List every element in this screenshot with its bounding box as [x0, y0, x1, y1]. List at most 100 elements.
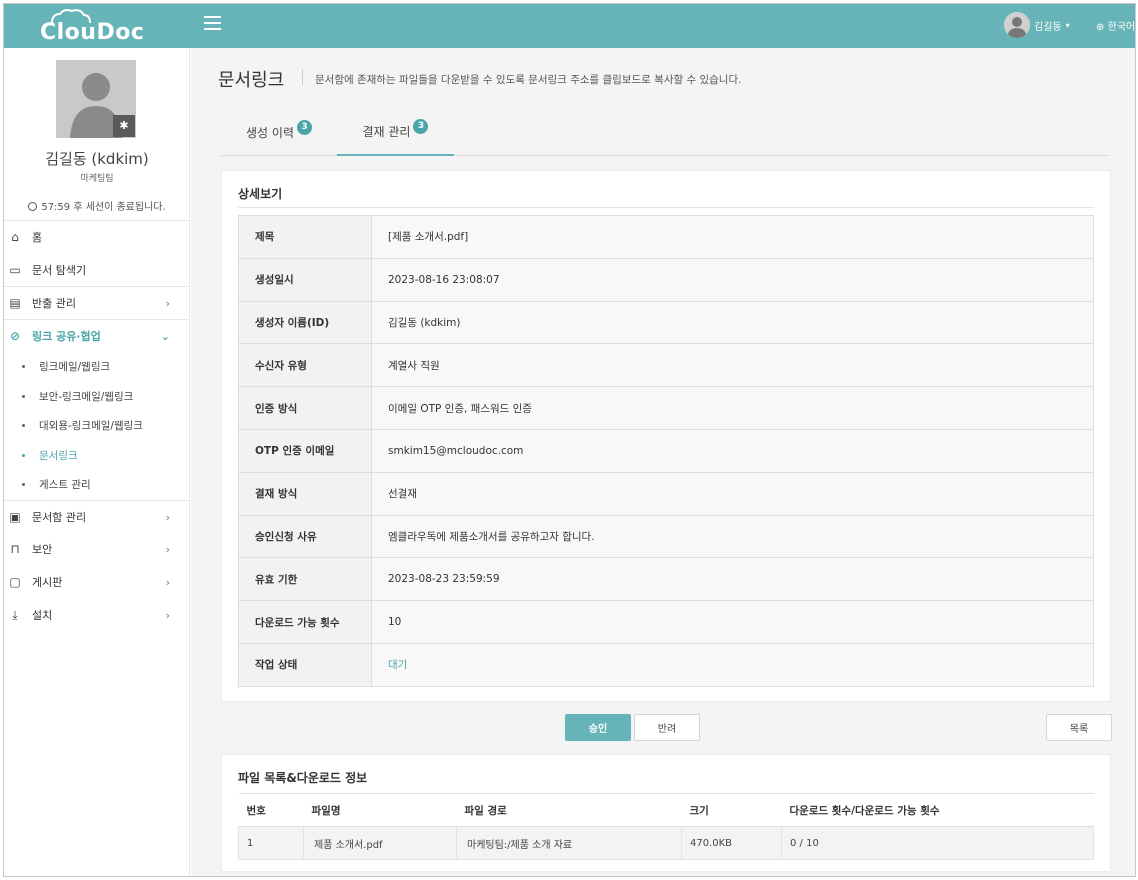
sidebar-item-explorer[interactable]: ▭ 문서 탐색기	[4, 253, 190, 286]
count-badge: 3	[413, 118, 429, 134]
tab-creation-history[interactable]: 생성 이력 3	[221, 108, 337, 156]
sidebar-subitem-label: 대외용-링크메일/웹링크	[39, 420, 143, 433]
sidebar-item-label: 설치	[32, 609, 53, 622]
column-header: 파일 경로	[456, 793, 682, 827]
sidebar-subitem-guest[interactable]: 게스트 관리	[4, 470, 190, 500]
detail-row: OTP 인증 이메일 smkim15@mcloudoc.com	[238, 428, 1094, 473]
detail-row: 다운로드 가능 횟수 10	[238, 600, 1094, 644]
main-content: 문서링크 문서함에 존재하는 파일들을 다운받을 수 있도록 문서링크 주소를 …	[191, 48, 1135, 876]
detail-row: 생성자 이름(ID) 김길동 (kdkim)	[238, 300, 1094, 345]
chevron-right-icon: ›	[165, 510, 170, 524]
language-label: 한국어	[1107, 22, 1136, 33]
detail-value: smkim15@mcloudoc.com	[371, 428, 1094, 473]
sidebar-item-link-share[interactable]: ⊘ 링크 공유·협업 ⌄	[4, 319, 190, 352]
detail-value: 이메일 OTP 인증, 패스워드 인증	[371, 386, 1094, 430]
detail-row: 인증 방식 이메일 OTP 인증, 패스워드 인증	[238, 386, 1094, 430]
app-window: ClouDoc 김길동 ▾ ⊕ 한국어 ✱ 김길동 (kdkim) 마케팅팀 5…	[3, 3, 1136, 877]
sidebar-subitem-doclink[interactable]: 문서링크	[4, 441, 190, 471]
detail-value: 2023-08-23 23:59:59	[371, 557, 1094, 602]
chevron-right-icon: ›	[165, 542, 170, 556]
sidebar-item-install[interactable]: ⤓ 설치 ›	[4, 599, 190, 632]
sidebar-subitem-label: 보안-링크메일/웹링크	[39, 390, 134, 403]
file-list-panel: 파일 목록&다운로드 정보 번호 파일명 파일 경로 크기 다운로드 횟수/다운…	[221, 754, 1111, 872]
sidebar-item-docbox[interactable]: ▣ 문서함 관리 ›	[4, 499, 190, 533]
table-row[interactable]: 1 제품 소개서.pdf 마케팅팀:/제품 소개 자료 470.0KB 0 / …	[238, 826, 1094, 860]
detail-label: 유효 기한	[238, 557, 372, 602]
sidebar-item-security[interactable]: ⊓ 보안 ›	[4, 533, 190, 566]
detail-value: 김길동 (kdkim)	[371, 300, 1094, 345]
board-icon: ▢	[9, 575, 21, 589]
sidebar-item-label: 게시판	[32, 576, 63, 589]
table-cell: 마케팅팀:/제품 소개 자료	[456, 826, 682, 860]
sidebar: ✱ 김길동 (kdkim) 마케팅팀 57:59 후 세션이 종료됩니다. ⌂ …	[4, 48, 190, 876]
profile-team: 마케팅팀	[80, 174, 114, 184]
detail-panel: 상세보기 제목 [제품 소개서.pdf] 생성일시 2023-08-16 23:08…	[221, 170, 1111, 702]
sidebar-subitem-label: 링크메일/웹링크	[39, 361, 111, 374]
globe-icon: ⊕	[1096, 22, 1105, 33]
profile-name: 김길동 (kdkim)	[45, 150, 149, 168]
detail-value: 계열사 직원	[371, 343, 1094, 388]
sidebar-subitem-label: 문서링크	[39, 449, 78, 462]
sidebar-item-export[interactable]: ▤ 반출 관리 ›	[4, 286, 190, 319]
sidebar-item-board[interactable]: ▢ 게시판 ›	[4, 566, 190, 599]
detail-label: 생성일시	[238, 257, 372, 302]
sidebar-subitem-external-linkmail[interactable]: 대외용-링크메일/웹링크	[4, 411, 190, 441]
list-button[interactable]: 목록	[1046, 714, 1112, 741]
language-selector[interactable]: ⊕ 한국어	[1096, 18, 1135, 33]
gear-icon[interactable]: ✱	[113, 115, 135, 137]
session-timer: 57:59 후 세션이 종료됩니다.	[4, 198, 190, 213]
chevron-down-icon: ▾	[1065, 20, 1070, 30]
detail-value: 10	[371, 600, 1094, 644]
file-table: 번호 파일명 파일 경로 크기 다운로드 횟수/다운로드 가능 횟수 1 제품 …	[238, 793, 1094, 860]
folder-settings-icon: ▣	[9, 509, 21, 524]
user-menu[interactable]: 김길동 ▾	[1004, 10, 1070, 40]
sidebar-item-home[interactable]: ⌂ 홈	[4, 220, 190, 253]
table-cell: 470.0KB	[681, 826, 782, 860]
detail-label: 작업 상태	[238, 642, 372, 687]
reject-button[interactable]: 반려	[634, 714, 700, 741]
file-list-title: 파일 목록&다운로드 정보	[238, 771, 368, 785]
home-icon: ⌂	[11, 230, 19, 244]
chevron-right-icon: ›	[165, 608, 170, 622]
approve-button[interactable]: 승인	[565, 714, 631, 741]
detail-row: 유효 기한 2023-08-23 23:59:59	[238, 557, 1094, 602]
column-header: 다운로드 횟수/다운로드 가능 횟수	[781, 793, 1094, 827]
page-title: 문서링크	[218, 70, 285, 91]
sidebar-nav: ⌂ 홈 ▭ 문서 탐색기 ▤ 반출 관리 › ⊘ 링크 공유·협업 ⌄ 링크메일…	[4, 220, 190, 632]
logo-text: ClouDoc	[40, 20, 145, 45]
user-avatar	[1004, 12, 1030, 38]
tab-label: 결재 관리	[362, 124, 411, 139]
sidebar-subitem-linkmail[interactable]: 링크메일/웹링크	[4, 352, 190, 382]
detail-row: 생성일시 2023-08-16 23:08:07	[238, 257, 1094, 302]
tab-label: 생성 이력	[246, 125, 294, 140]
session-text: 57:59 후 세션이 종료됩니다.	[41, 202, 166, 213]
top-bar: ClouDoc 김길동 ▾ ⊕ 한국어	[4, 4, 1135, 48]
download-icon: ⤓	[12, 607, 18, 622]
detail-label: 다운로드 가능 횟수	[238, 600, 372, 644]
menu-toggle-icon[interactable]	[204, 16, 221, 30]
detail-row: 승인신청 사유 엠클라우독에 제품소개서를 공유하고자 합니다.	[238, 514, 1094, 559]
table-cell: 0 / 10	[781, 826, 1094, 860]
detail-title: 상세보기	[238, 187, 283, 201]
detail-label: 생성자 이름(ID)	[238, 300, 372, 345]
table-cell: 제품 소개서.pdf	[303, 826, 457, 860]
sidebar-subitem-secure-linkmail[interactable]: 보안-링크메일/웹링크	[4, 382, 190, 412]
table-cell: 1	[238, 826, 304, 860]
tab-approval-management[interactable]: 결재 관리 3	[337, 108, 454, 156]
detail-row: 결재 방식 선결재	[238, 471, 1094, 516]
table-header-row: 번호 파일명 파일 경로 크기 다운로드 횟수/다운로드 가능 횟수	[238, 793, 1094, 827]
column-header: 크기	[681, 793, 782, 827]
chevron-right-icon: ›	[165, 575, 170, 589]
chevron-down-icon: ⌄	[160, 330, 170, 343]
title-divider	[302, 69, 303, 85]
cloudoc-logo[interactable]: ClouDoc	[40, 9, 156, 45]
status-value: 대기	[371, 642, 1094, 687]
count-badge: 3	[296, 119, 312, 135]
document-export-icon: ▤	[9, 296, 21, 310]
sidebar-item-label: 링크 공유·협업	[32, 330, 101, 343]
page-description: 문서함에 존재하는 파일들을 다운받을 수 있도록 문서링크 주소를 클립보드로…	[315, 74, 742, 86]
detail-row: 작업 상태 대기	[238, 642, 1094, 687]
clock-icon	[28, 202, 38, 211]
tab-bar: 생성 이력 3 결재 관리 3	[221, 108, 1109, 156]
column-header: 번호	[238, 793, 304, 827]
